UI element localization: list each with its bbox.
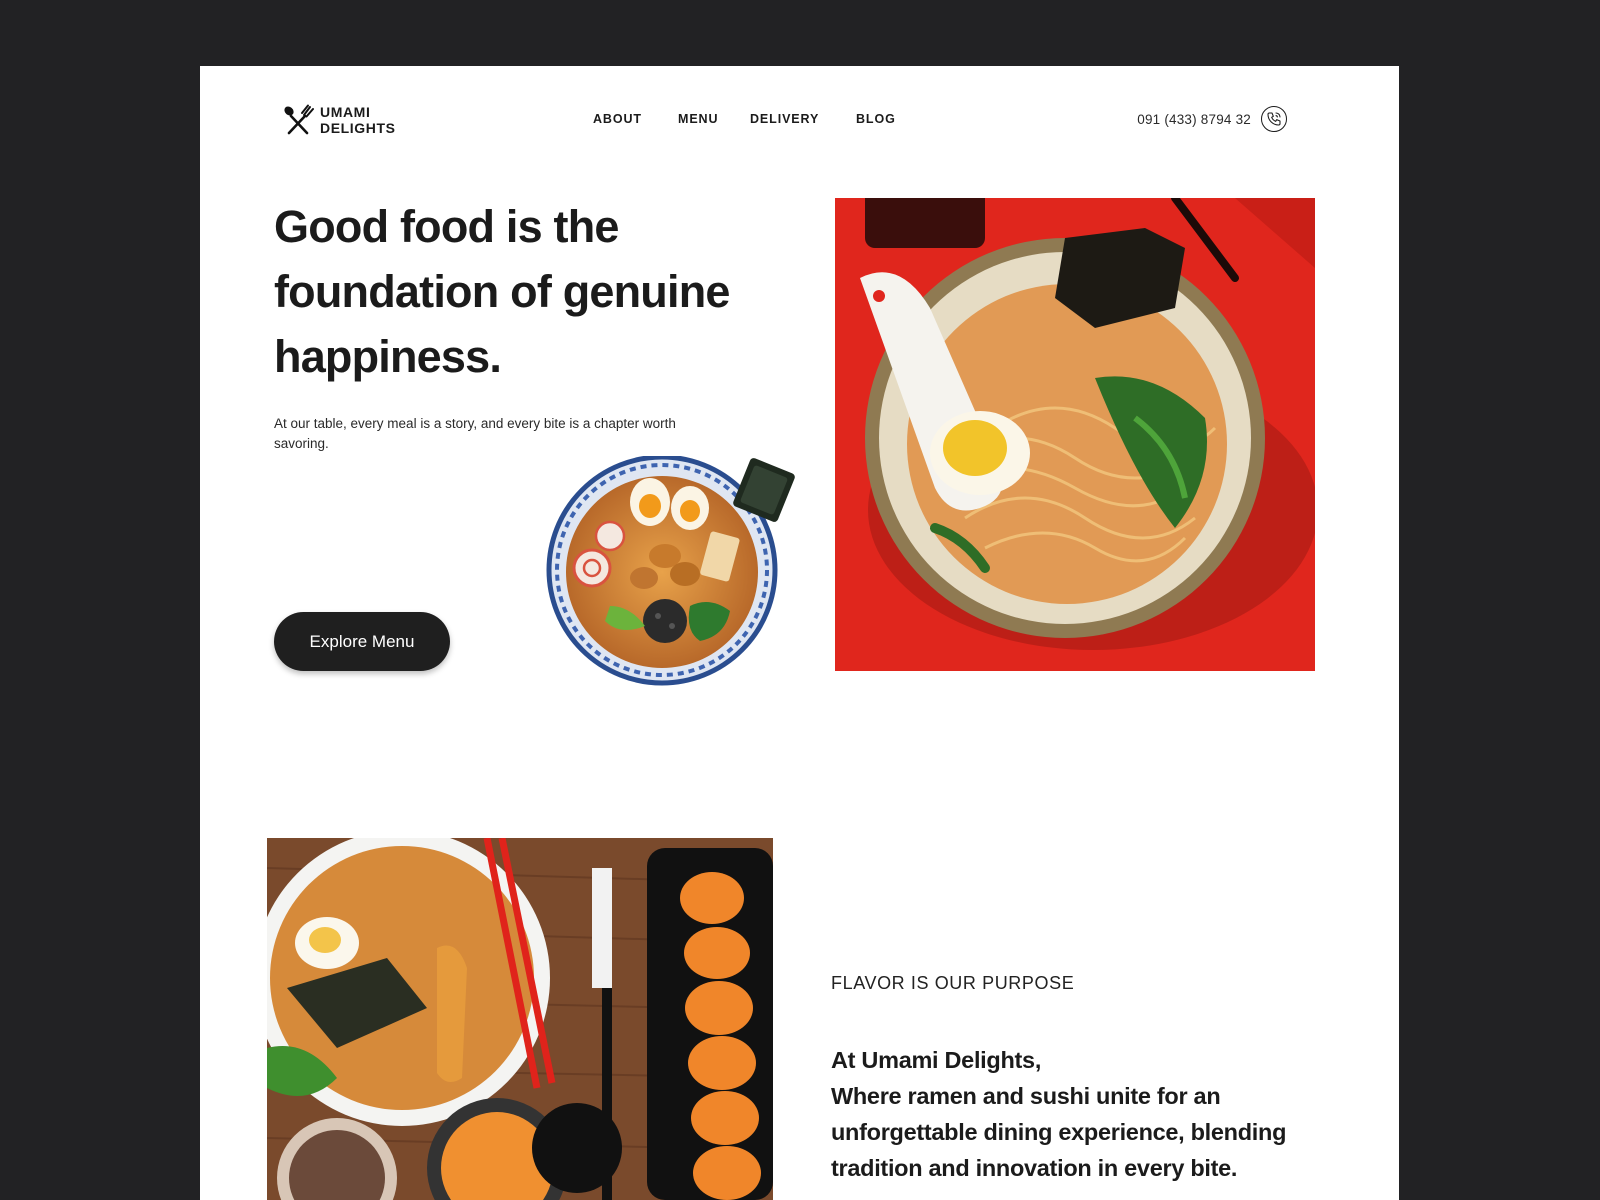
fork-spoon-icon: [284, 104, 314, 135]
phone-number[interactable]: 091 (433) 8794 32: [1137, 112, 1251, 127]
nav-item-menu[interactable]: MENU: [678, 112, 718, 126]
brand-name: UMAMI DELIGHTS: [320, 104, 396, 136]
ramen-hero-image: [835, 198, 1315, 671]
brand-logo[interactable]: UMAMI DELIGHTS: [282, 104, 396, 136]
phone-icon[interactable]: [1261, 106, 1287, 132]
landing-page: UMAMI DELIGHTS ABOUT MENU DELIVERY BLOG …: [200, 66, 1399, 1200]
section-eyebrow: FLAVOR IS OUR PURPOSE: [831, 973, 1075, 993]
brand-line-2: DELIGHTS: [320, 120, 396, 136]
about-statement: At Umami Delights, Where ramen and sushi…: [831, 1042, 1351, 1186]
nav-item-about[interactable]: ABOUT: [593, 112, 642, 126]
about-line-2: Where ramen and sushi unite for an unfor…: [831, 1083, 1287, 1181]
ramen-bowl-image: [546, 456, 795, 686]
nav-item-blog[interactable]: BLOG: [856, 112, 896, 126]
brand-line-1: UMAMI: [320, 104, 371, 120]
hero-subtitle: At our table, every meal is a story, and…: [274, 416, 676, 451]
nav-item-delivery[interactable]: DELIVERY: [750, 112, 819, 126]
about-line-1: At Umami Delights,: [831, 1047, 1042, 1073]
ramen-sushi-table-image: [267, 838, 773, 1200]
phone-contact[interactable]: 091 (433) 8794 32: [1137, 106, 1287, 132]
hero-title: Good food is the foundation of genuine h…: [274, 201, 730, 382]
explore-menu-button[interactable]: Explore Menu: [274, 612, 450, 671]
